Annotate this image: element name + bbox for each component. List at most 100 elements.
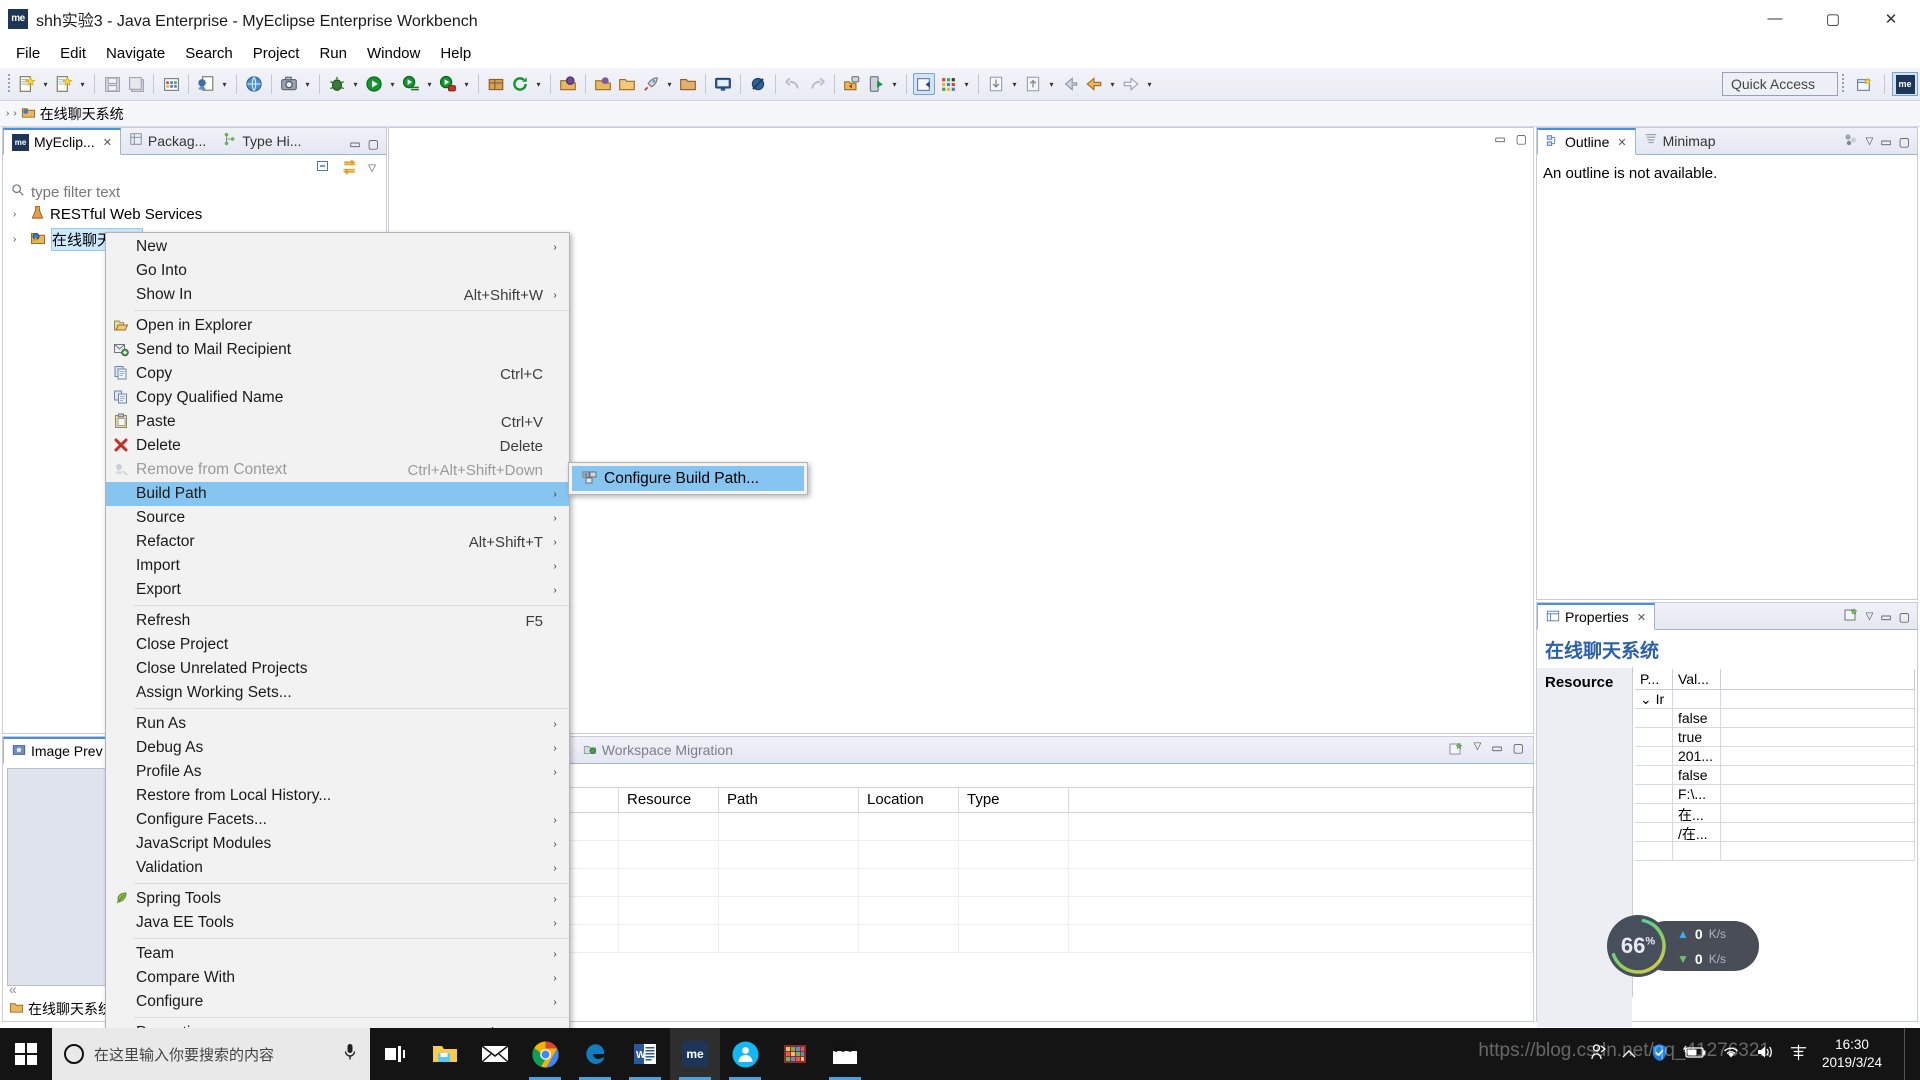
menu-item-import[interactable]: Import › xyxy=(106,554,569,578)
snapshot-icon[interactable] xyxy=(278,73,300,95)
save-all-icon[interactable] xyxy=(125,73,147,95)
menu-item-export[interactable]: Export › xyxy=(106,578,569,602)
perspective-bar-grip[interactable] xyxy=(1841,74,1846,94)
table-row[interactable]: 在... xyxy=(1635,804,1915,823)
tab-properties[interactable]: Properties ✕ xyxy=(1537,603,1656,630)
view-menu-icon[interactable]: ▽ xyxy=(1866,136,1874,147)
close-button[interactable]: ✕ xyxy=(1862,0,1920,38)
menu-help[interactable]: Help xyxy=(430,42,481,65)
import-icon[interactable] xyxy=(985,73,1007,95)
shield-icon[interactable] xyxy=(1650,1043,1669,1066)
menu-item-compare-with[interactable]: Compare With › xyxy=(106,966,569,990)
table-row[interactable]: true xyxy=(1635,728,1915,747)
start-server-dropdown-icon[interactable]: ▾ xyxy=(888,73,901,95)
minimize-view-icon[interactable]: ▭ xyxy=(1494,132,1505,146)
menu-file[interactable]: File xyxy=(6,42,50,65)
snapshot-dropdown-icon[interactable]: ▾ xyxy=(301,73,314,95)
taskbar-app-chrome[interactable] xyxy=(520,1028,570,1080)
quick-access-input[interactable]: Quick Access xyxy=(1722,72,1838,96)
menu-item-spring-tools[interactable]: Spring Tools › xyxy=(106,887,569,911)
column-header-property[interactable]: P... xyxy=(1635,669,1673,689)
table-row[interactable]: F:\... xyxy=(1635,785,1915,804)
debug-dropdown-icon[interactable]: ▾ xyxy=(349,73,362,95)
tab-myeclipse-explorer[interactable]: me MyEclip... ✕ xyxy=(3,128,121,155)
toolbar-grip[interactable] xyxy=(7,74,12,94)
table-row[interactable]: /在... xyxy=(1635,823,1915,842)
minimize-view-icon[interactable]: ▭ xyxy=(349,137,360,151)
run-configurations-icon[interactable] xyxy=(400,73,422,95)
menu-item-copy-qualified-name[interactable]: Copy Qualified Name xyxy=(106,386,569,410)
tab-image-preview[interactable]: Image Prev xyxy=(3,737,112,764)
chevron-up-icon[interactable] xyxy=(1622,1046,1636,1063)
open-type-icon[interactable] xyxy=(557,73,579,95)
tab-package-explorer[interactable]: Packag... xyxy=(121,127,215,154)
deploy-icon[interactable] xyxy=(195,73,217,95)
minimize-button[interactable]: — xyxy=(1746,0,1804,38)
menu-item-java-ee-tools[interactable]: Java EE Tools › xyxy=(106,911,569,935)
menu-item-send-to-mail[interactable]: Send to Mail Recipient xyxy=(106,338,569,362)
profile-icon[interactable] xyxy=(437,73,459,95)
menu-item-build-path[interactable]: Build Path › xyxy=(106,482,569,506)
task-view-button[interactable] xyxy=(370,1028,420,1080)
menu-item-open-in-explorer[interactable]: Open in Explorer xyxy=(106,314,569,338)
table-row[interactable]: false xyxy=(1635,709,1915,728)
people-icon[interactable] xyxy=(1588,1042,1608,1066)
new-wizard-icon[interactable] xyxy=(16,73,38,95)
menu-run[interactable]: Run xyxy=(309,42,357,65)
maximize-view-icon[interactable]: ▢ xyxy=(1899,610,1910,624)
profile-dropdown-icon[interactable]: ▾ xyxy=(460,73,473,95)
menu-item-assign-working-sets[interactable]: Assign Working Sets... xyxy=(106,681,569,705)
microphone-icon[interactable] xyxy=(342,1042,358,1067)
open-folder2-icon[interactable] xyxy=(616,73,638,95)
skip-breakpoints-icon[interactable] xyxy=(747,73,769,95)
open-perspective-icon[interactable] xyxy=(913,73,935,95)
tab-minimap[interactable]: Minimap xyxy=(1636,127,1725,154)
open-tan-folder-icon[interactable] xyxy=(677,73,699,95)
run-icon[interactable] xyxy=(363,73,385,95)
maximize-view-icon[interactable]: ▢ xyxy=(368,137,379,151)
taskbar-search[interactable]: 在这里输入你要搜索的内容 xyxy=(52,1028,370,1080)
view-menu-icon[interactable]: ▽ xyxy=(1474,741,1482,760)
menu-search[interactable]: Search xyxy=(175,42,243,65)
back-prev-icon[interactable] xyxy=(1059,73,1081,95)
table-row[interactable]: false xyxy=(1635,766,1915,785)
menu-item-configure-build-path[interactable]: Configure Build Path... xyxy=(572,466,804,491)
taskbar-app-mail[interactable] xyxy=(470,1028,520,1080)
ime-icon[interactable] xyxy=(1789,1043,1808,1066)
taskbar-app-qq[interactable] xyxy=(720,1028,770,1080)
close-icon[interactable]: ✕ xyxy=(103,136,112,149)
rocket-icon[interactable] xyxy=(640,73,662,95)
forward-icon[interactable] xyxy=(1120,73,1142,95)
volume-icon[interactable] xyxy=(1755,1044,1775,1064)
export-dropdown-icon[interactable]: ▾ xyxy=(1045,73,1058,95)
debug-icon[interactable] xyxy=(326,73,348,95)
export-icon[interactable] xyxy=(1022,73,1044,95)
menu-item-source[interactable]: Source › xyxy=(106,506,569,530)
expand-arrow-icon[interactable]: › xyxy=(13,209,25,220)
undo-icon[interactable] xyxy=(782,73,804,95)
tab-outline[interactable]: Outline ✕ xyxy=(1537,128,1636,155)
taskbar-app-file-explorer[interactable] xyxy=(420,1028,470,1080)
back-icon[interactable] xyxy=(1083,73,1105,95)
table-row[interactable]: ⌄ Ir xyxy=(1635,690,1915,709)
menu-item-close-unrelated-projects[interactable]: Close Unrelated Projects xyxy=(106,657,569,681)
menu-window[interactable]: Window xyxy=(357,42,430,65)
minimize-view-icon[interactable]: ▭ xyxy=(1880,135,1891,149)
deploy-server-icon[interactable] xyxy=(841,73,863,95)
run-dropdown-icon[interactable]: ▾ xyxy=(386,73,399,95)
minimize-view-icon[interactable]: ▭ xyxy=(1491,741,1502,760)
network-icon[interactable] xyxy=(1721,1044,1741,1064)
column-header-location[interactable]: Location xyxy=(859,788,959,812)
column-header-value[interactable]: Val... xyxy=(1673,669,1721,689)
menu-edit[interactable]: Edit xyxy=(50,42,96,65)
redo-icon[interactable] xyxy=(806,73,828,95)
menu-item-go-into[interactable]: Go Into xyxy=(106,259,569,283)
taskbar-clock[interactable]: 16:30 2019/3/24 xyxy=(1822,1036,1890,1072)
taskbar-app-word[interactable]: W xyxy=(620,1028,670,1080)
back-dropdown-icon[interactable]: ▾ xyxy=(1106,73,1119,95)
open-perspective-button[interactable] xyxy=(1851,72,1877,96)
table-row[interactable] xyxy=(1635,842,1915,861)
menu-item-run-as[interactable]: Run As › xyxy=(106,712,569,736)
new-file-dropdown-icon[interactable]: ▾ xyxy=(76,73,89,95)
save-icon[interactable] xyxy=(101,73,123,95)
